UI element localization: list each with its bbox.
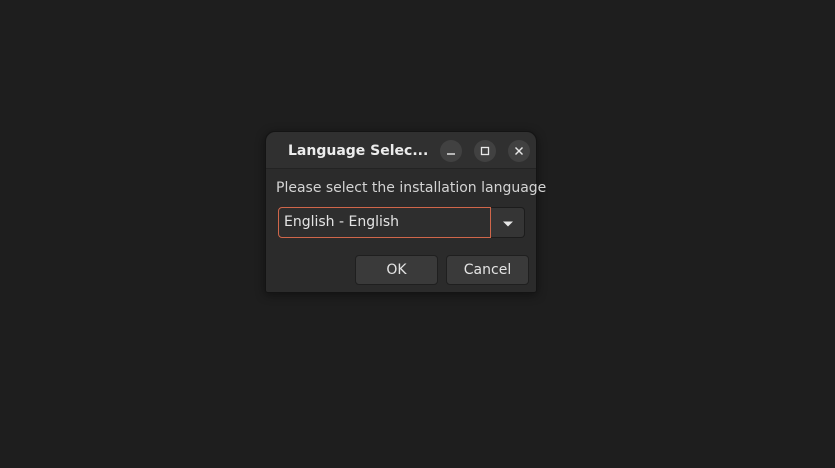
- language-combobox[interactable]: English - English: [278, 207, 525, 238]
- ok-button[interactable]: OK: [355, 255, 438, 285]
- dialog-titlebar[interactable]: Language Selec...: [266, 132, 536, 169]
- close-icon: [514, 146, 524, 156]
- minimize-button[interactable]: [440, 140, 462, 162]
- language-select-value[interactable]: English - English: [278, 207, 491, 238]
- chevron-down-icon: [502, 213, 514, 232]
- maximize-button[interactable]: [474, 140, 496, 162]
- close-button[interactable]: [508, 140, 530, 162]
- minimize-icon: [446, 146, 456, 156]
- cancel-button[interactable]: Cancel: [446, 255, 529, 285]
- language-selection-dialog: Language Selec... Please select the inst…: [265, 131, 546, 293]
- prompt-label: Please select the installation language: [276, 180, 547, 196]
- maximize-icon: [480, 146, 490, 156]
- dropdown-button[interactable]: [491, 207, 525, 238]
- dialog-title: Language Selec...: [288, 143, 429, 159]
